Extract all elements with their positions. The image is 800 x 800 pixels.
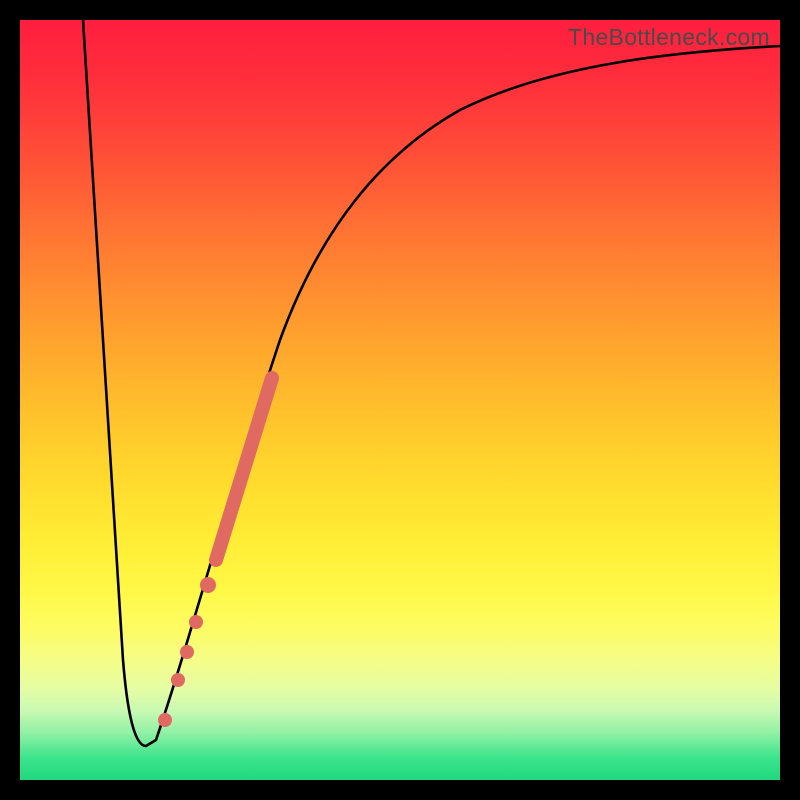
highlight-dot: [200, 577, 216, 593]
plot-area: TheBottleneck.com: [20, 20, 780, 780]
highlight-dot: [171, 673, 185, 687]
highlight-segment: [216, 378, 272, 560]
highlight-dot: [180, 645, 194, 659]
curve-layer: [20, 20, 780, 780]
highlight-dot: [189, 615, 203, 629]
chart-frame: TheBottleneck.com: [0, 0, 800, 800]
highlight-dot: [158, 713, 172, 727]
bottleneck-curve: [83, 20, 780, 746]
